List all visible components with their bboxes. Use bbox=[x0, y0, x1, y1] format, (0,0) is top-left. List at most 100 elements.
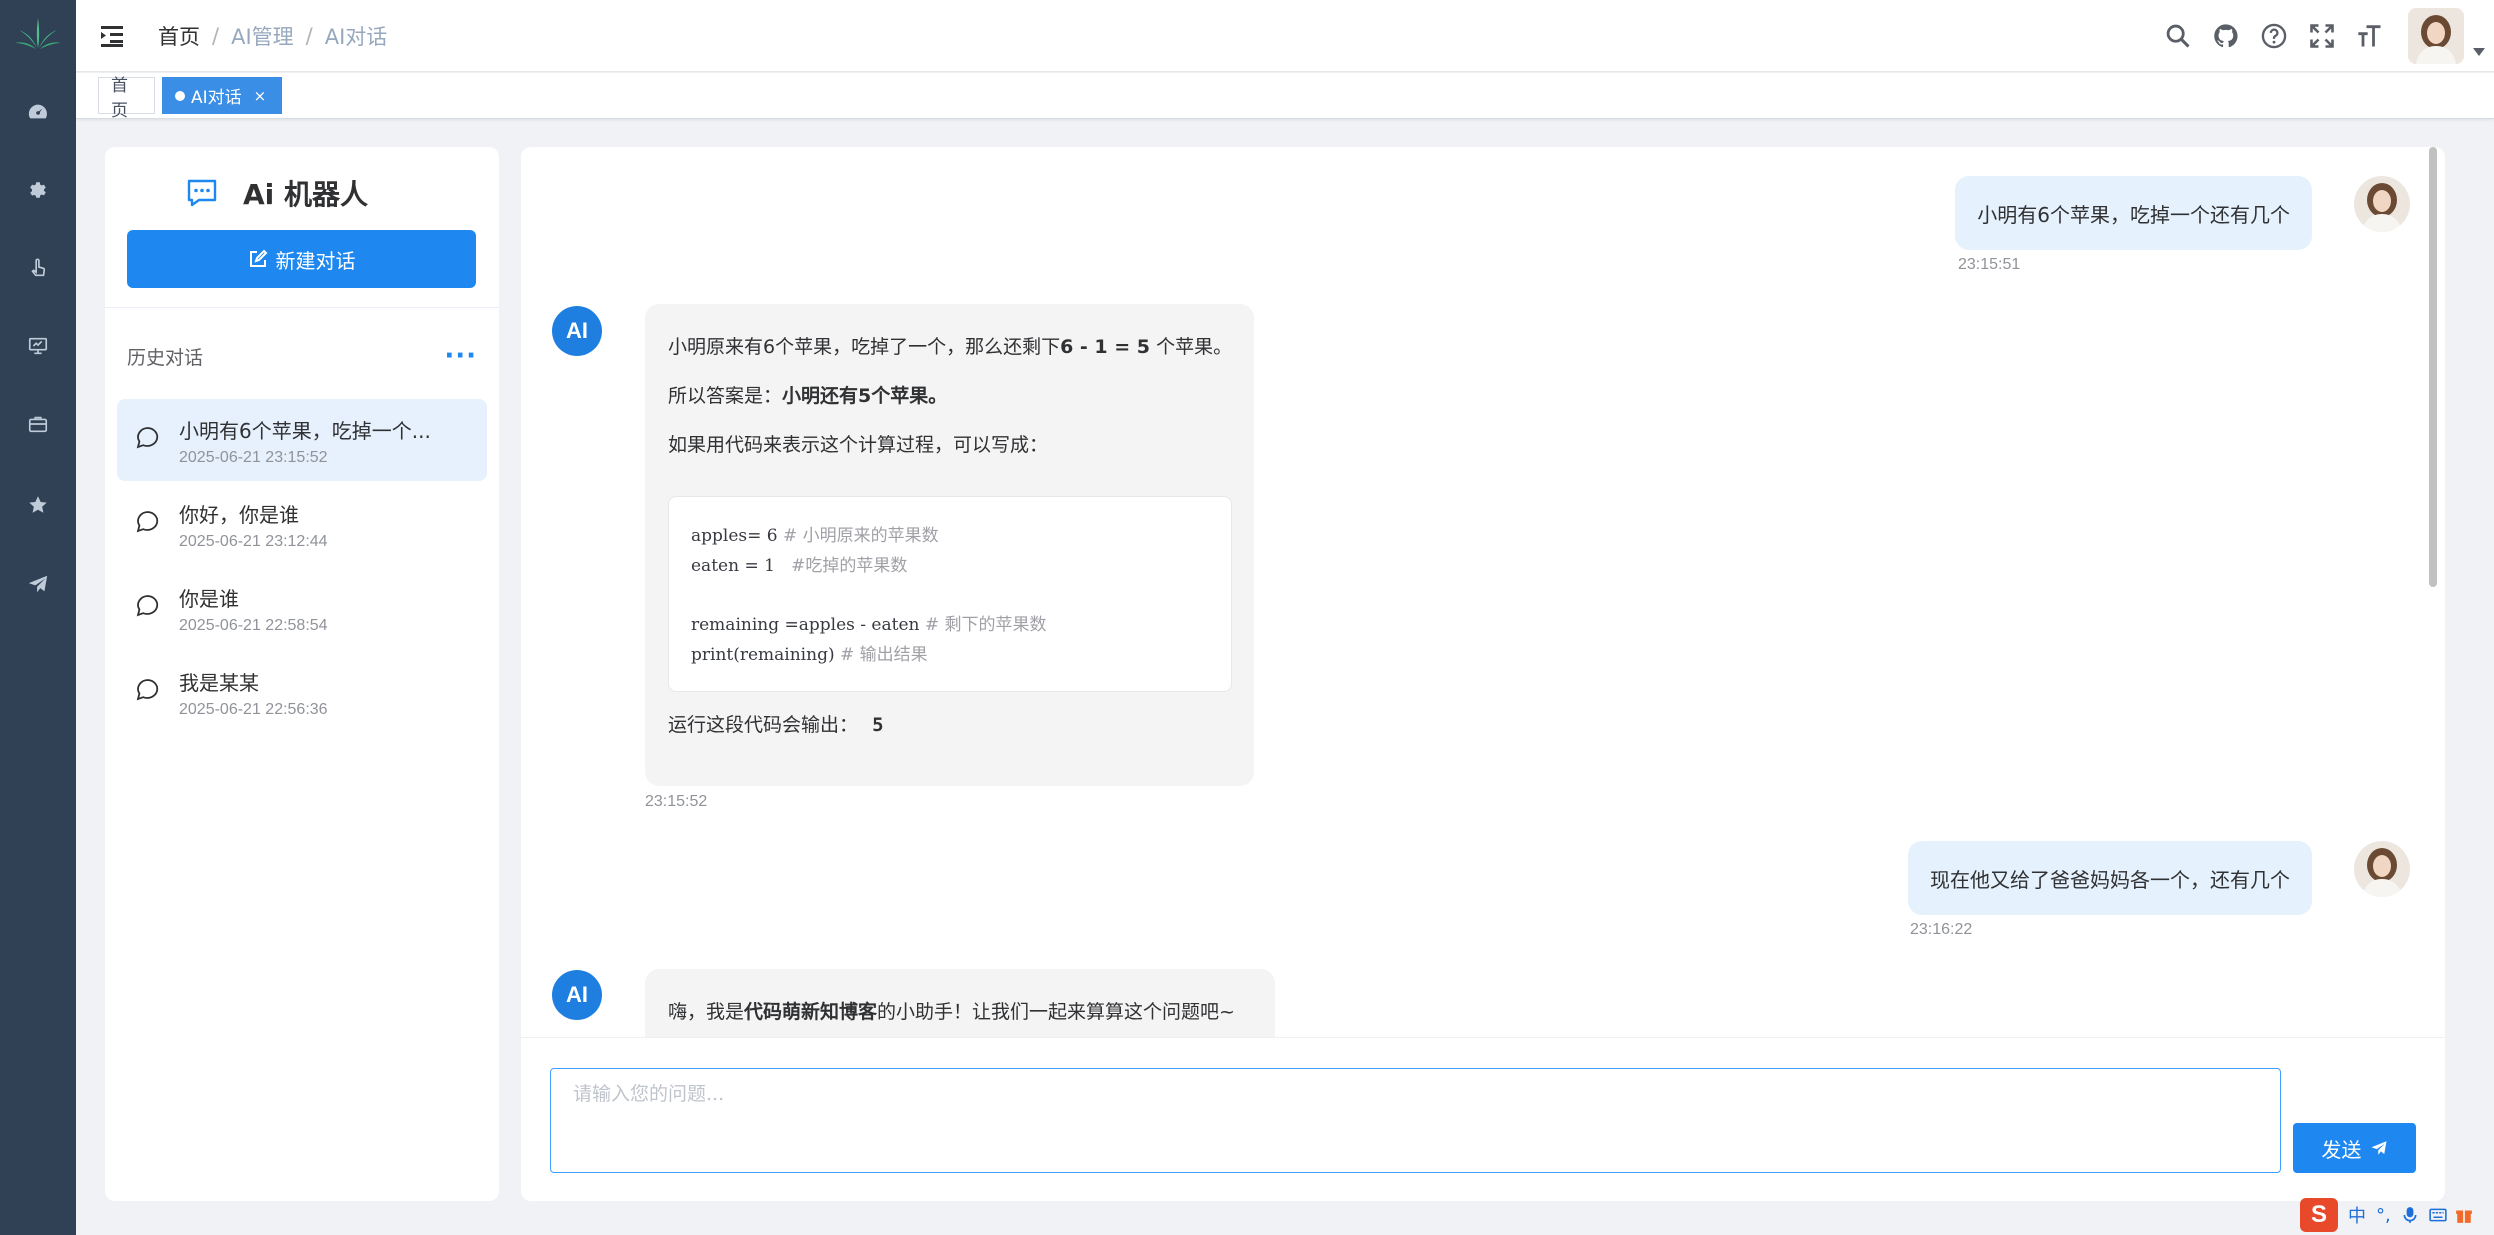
avatar-image bbox=[2408, 8, 2464, 64]
tag-ai-chat-label: AI对话 bbox=[191, 88, 242, 108]
session-item[interactable]: 你是谁 2025-06-21 22:58:54 bbox=[117, 567, 487, 649]
sidebar-item-monitor[interactable] bbox=[0, 322, 76, 370]
user-menu-caret[interactable] bbox=[2464, 12, 2494, 60]
session-panel: Ai 机器人 新建对话 历史对话 ··· 小明有6个苹果，吃掉一个... 202… bbox=[105, 147, 499, 1201]
session-time: 2025-06-21 22:56:36 bbox=[179, 701, 328, 718]
tag-home[interactable]: 首页 bbox=[98, 76, 155, 121]
user-avatar[interactable] bbox=[2408, 8, 2464, 64]
tag-home-label: 首页 bbox=[111, 75, 128, 121]
search-icon bbox=[2166, 24, 2190, 48]
ai-line: 所以答案是：小明还有5个苹果。 bbox=[668, 385, 948, 407]
history-label: 历史对话 bbox=[127, 346, 204, 369]
session-name: 我是某某 bbox=[179, 671, 259, 695]
sidebar-item-dashboard[interactable] bbox=[0, 88, 76, 136]
keyboard-icon bbox=[2429, 1208, 2447, 1222]
search-button[interactable] bbox=[2154, 12, 2202, 60]
fullscreen-button[interactable] bbox=[2298, 12, 2346, 60]
ime-logo: S bbox=[2300, 1198, 2338, 1232]
session-title-text: Ai 机器人 bbox=[243, 178, 369, 211]
ai-line: 嗨，我是代码萌新知博客的小助手！让我们一起来算算这个问题吧~ bbox=[668, 1001, 1235, 1023]
hand-pointer-icon bbox=[31, 258, 46, 277]
breadcrumb-ai-management[interactable]: AI管理 bbox=[231, 21, 294, 51]
edit-icon bbox=[249, 249, 267, 267]
gift-icon bbox=[2455, 1210, 2472, 1223]
user-message-text: 现在他又给了爸爸妈妈各一个，还有几个 bbox=[1930, 867, 2290, 892]
help-icon bbox=[2261, 23, 2287, 49]
user-message: 现在他又给了爸爸妈妈各一个，还有几个 bbox=[1908, 841, 2312, 915]
menu-toggle-icon[interactable] bbox=[98, 20, 130, 52]
chat-bubble-outline-icon bbox=[136, 427, 159, 449]
caret-down-icon bbox=[2473, 48, 2485, 56]
new-chat-label: 新建对话 bbox=[275, 248, 356, 273]
chat-bubble-outline-icon bbox=[136, 511, 159, 533]
question-input[interactable] bbox=[551, 1069, 2280, 1172]
avatar-image bbox=[2354, 176, 2410, 232]
send-label: 发送 bbox=[2321, 1137, 2362, 1162]
breadcrumb-home[interactable]: 首页 bbox=[158, 21, 200, 51]
session-time: 2025-06-21 23:15:52 bbox=[179, 449, 328, 466]
session-name: 你好，你是谁 bbox=[179, 503, 299, 527]
top-header: 首页 / AI管理 / AI对话 bbox=[76, 0, 2494, 72]
font-size-button[interactable] bbox=[2346, 12, 2394, 60]
active-dot bbox=[175, 90, 185, 101]
dashboard-icon bbox=[28, 104, 47, 119]
divider bbox=[105, 307, 499, 308]
send-icon bbox=[28, 575, 48, 593]
sidebar-item-favorites[interactable] bbox=[0, 481, 76, 529]
more-options-button[interactable]: ··· bbox=[444, 343, 477, 369]
sidebar-item-settings[interactable] bbox=[0, 166, 76, 214]
user-avatar-small bbox=[2354, 841, 2410, 897]
breadcrumb: 首页 / AI管理 / AI对话 bbox=[158, 20, 387, 52]
microphone-icon bbox=[2403, 1207, 2417, 1223]
code-line: apples= 6 # 小明原来的苹果数 bbox=[691, 526, 939, 546]
header-toolbar bbox=[2154, 0, 2494, 72]
settings-gear-icon bbox=[30, 182, 46, 198]
message-time: 23:15:52 bbox=[645, 793, 708, 810]
session-panel-title: Ai 机器人 bbox=[185, 173, 368, 213]
ai-avatar: AI bbox=[552, 306, 602, 356]
ai-line: 如果用代码来表示这个计算过程，可以写成： bbox=[668, 434, 1049, 456]
session-time: 2025-06-21 22:58:54 bbox=[179, 617, 328, 634]
user-avatar-small bbox=[2354, 176, 2410, 232]
question-input-wrapper bbox=[550, 1068, 2281, 1173]
font-size-icon bbox=[2358, 25, 2381, 47]
github-icon bbox=[2214, 24, 2238, 48]
chat-bubble-outline-icon bbox=[136, 595, 159, 617]
briefcase-icon bbox=[28, 416, 48, 433]
paper-plane-icon bbox=[2371, 1141, 2386, 1155]
message-time: 23:15:51 bbox=[1958, 256, 2021, 273]
session-item[interactable]: 我是某某 2025-06-21 22:56:36 bbox=[117, 651, 487, 733]
new-chat-button[interactable]: 新建对话 bbox=[127, 230, 476, 288]
monitor-icon bbox=[28, 337, 48, 355]
ime-punct-icon: °, bbox=[2376, 1204, 2391, 1226]
code-line: eaten = 1 #吃掉的苹果数 bbox=[691, 556, 908, 576]
github-button[interactable] bbox=[2202, 12, 2250, 60]
sidebar-item-interaction[interactable] bbox=[0, 244, 76, 292]
session-name: 你是谁 bbox=[179, 587, 239, 611]
avatar-image bbox=[2354, 841, 2410, 897]
ime-mode: 中 bbox=[2348, 1206, 2366, 1227]
left-sidebar bbox=[0, 0, 76, 1235]
send-button[interactable]: 发送 bbox=[2293, 1123, 2416, 1173]
user-message: 小明有6个苹果，吃掉一个还有几个 bbox=[1955, 176, 2312, 250]
sidebar-item-send[interactable] bbox=[0, 560, 76, 608]
message-time: 23:16:22 bbox=[1910, 921, 1973, 938]
star-icon bbox=[29, 496, 47, 513]
ai-avatar: AI bbox=[552, 970, 602, 1020]
tag-close-icon[interactable]: × bbox=[254, 87, 267, 105]
code-line: remaining =apples - eaten # 剩下的苹果数 bbox=[691, 615, 1047, 635]
fullscreen-icon bbox=[2310, 24, 2334, 48]
chat-scrollbar[interactable] bbox=[2429, 147, 2437, 587]
session-item[interactable]: 小明有6个苹果，吃掉一个... 2025-06-21 23:15:52 bbox=[117, 399, 487, 481]
logo-icon bbox=[15, 18, 61, 49]
session-name: 小明有6个苹果，吃掉一个... bbox=[179, 419, 431, 443]
help-button[interactable] bbox=[2250, 12, 2298, 60]
chat-bubble-icon bbox=[187, 179, 217, 207]
tag-ai-chat[interactable]: AI对话 × bbox=[162, 77, 282, 114]
sidebar-item-tools[interactable] bbox=[0, 400, 76, 448]
chat-bubble-outline-icon bbox=[136, 679, 159, 701]
code-line: print(remaining) # 输出结果 bbox=[691, 645, 928, 665]
ai-line: 小明原来有6个苹果，吃掉了一个，那么还剩下6 - 1 = 5 个苹果。 bbox=[668, 336, 1233, 358]
session-item[interactable]: 你好，你是谁 2025-06-21 23:12:44 bbox=[117, 483, 487, 565]
ime-toolbar[interactable]: S 中 °, bbox=[2300, 1198, 2473, 1232]
